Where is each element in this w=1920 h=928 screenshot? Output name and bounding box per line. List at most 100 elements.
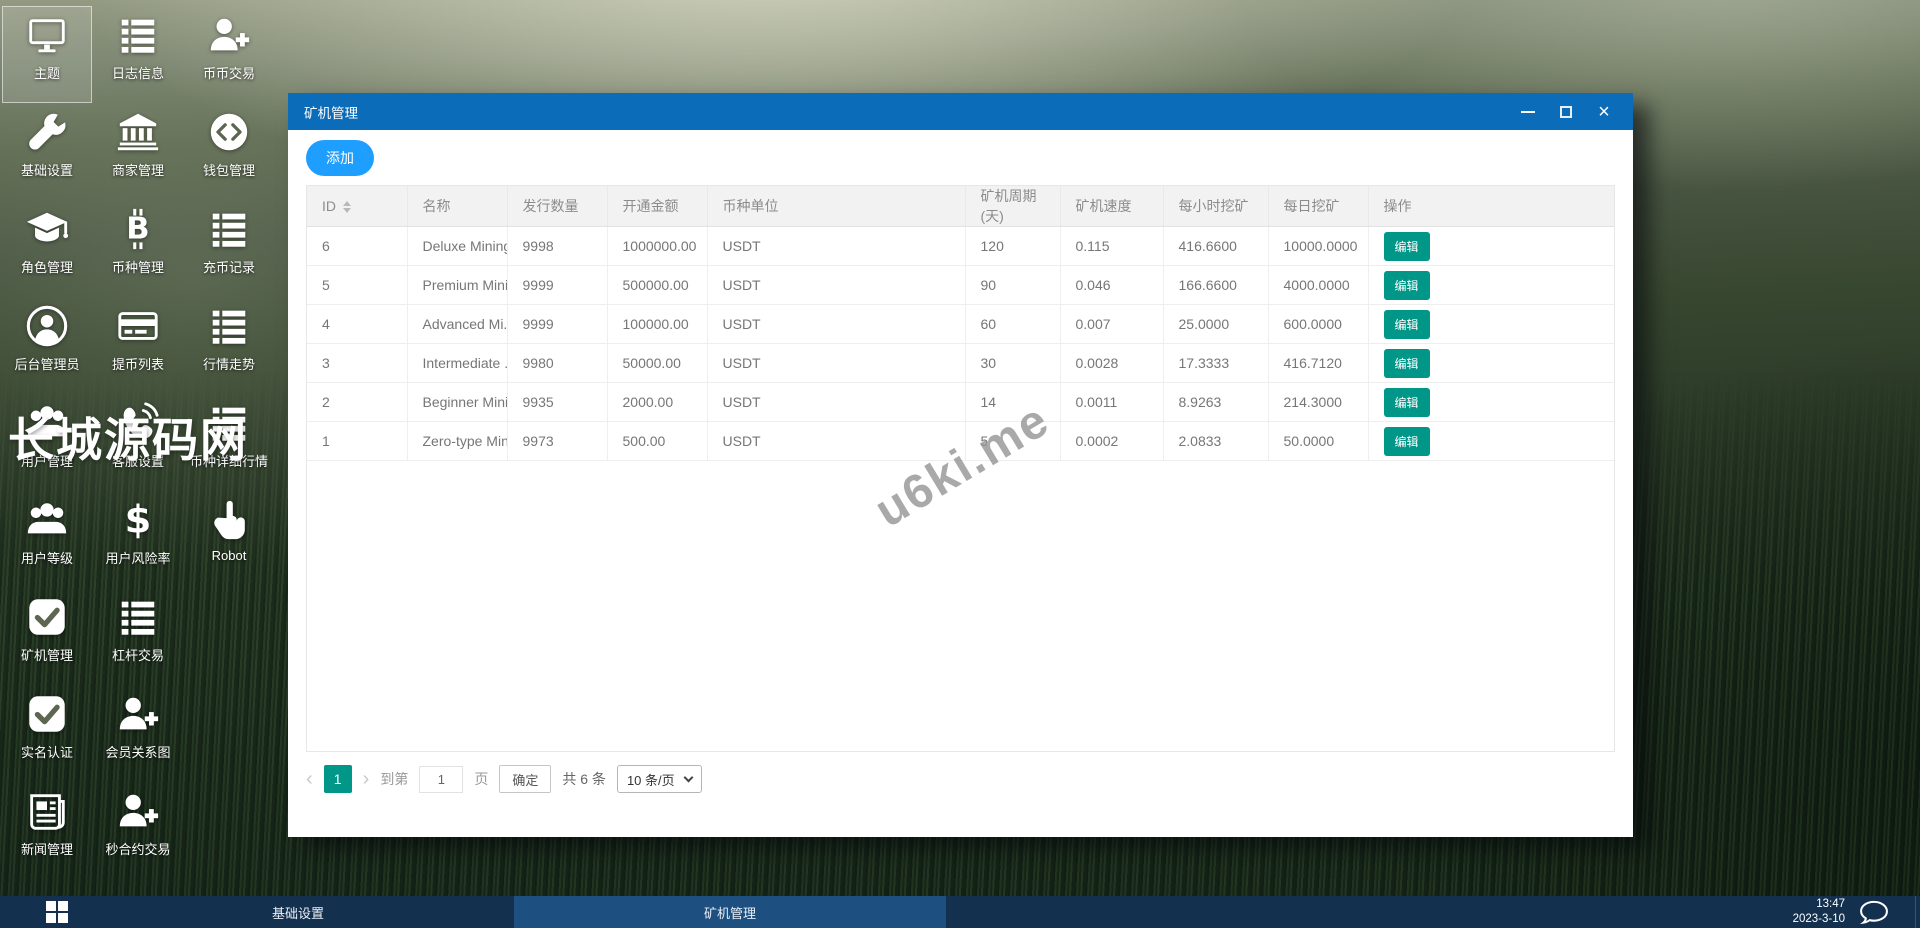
edit-button[interactable]: 编辑	[1383, 309, 1430, 339]
page-size-value: 10 条/页	[626, 772, 675, 788]
window-title: 矿机管理	[304, 105, 358, 121]
table-row: 3 Intermediate ... 9980 50000.00 USDT 30 0.002…	[307, 343, 1614, 383]
phone-icon	[115, 400, 161, 446]
desktop-icon-member-relation[interactable]: 会员关系图	[93, 685, 183, 782]
start-button[interactable]	[32, 896, 82, 928]
desktop-icon-label: 用户管理	[20, 454, 73, 469]
table-header-row: ID 名称 发行数量 开通金额 币种单位 矿机周期(天) 矿机速度 每小时挖矿 …	[307, 186, 1614, 227]
table-row: 2Beginner Mini...99352000.00USDT140.0011…	[307, 382, 1614, 422]
desktop-icon-basic-settings[interactable]: 基础设置	[2, 103, 92, 200]
col-actions: 操作	[1368, 186, 1614, 227]
desktop-icon-admin-users[interactable]: 后台管理员	[2, 297, 92, 394]
desktop-icon-market-trend[interactable]: 行情走势	[184, 297, 274, 394]
taskbar-clock[interactable]: 13:47 2023-3-10	[1793, 897, 1859, 927]
clock-time: 13:47	[1816, 898, 1845, 911]
user-plus-icon	[206, 12, 252, 58]
window-controls: ×	[1509, 98, 1633, 126]
miner-table: ID 名称 发行数量 开通金额 币种单位 矿机周期(天) 矿机速度 每小时挖矿 …	[307, 186, 1614, 461]
desktop-icon-label: 会员关系图	[105, 745, 171, 760]
maximize-icon	[1560, 105, 1572, 118]
desktop-icon-withdraw-list[interactable]: 提币列表	[93, 297, 183, 394]
users-icon	[24, 497, 70, 543]
current-page-button[interactable]: 1	[323, 765, 352, 793]
desktop-icon-customer-service[interactable]: 客服设置	[93, 394, 183, 491]
desktop-icon-user-mgmt[interactable]: 用户管理	[2, 394, 92, 491]
desktop-icon-label: 行情走势	[202, 357, 255, 372]
person-circle-icon	[24, 303, 70, 349]
confirm-button[interactable]: 确定	[499, 765, 552, 793]
desktop-icon-news-mgmt[interactable]: 新闻管理	[2, 782, 92, 879]
show-desktop-button[interactable]	[1915, 896, 1920, 928]
maximize-button[interactable]	[1547, 98, 1585, 126]
user-plus-icon	[115, 788, 161, 834]
col-issued: 发行数量	[507, 186, 608, 227]
taskbar-tab-basic-settings[interactable]: 基础设置	[82, 896, 514, 928]
user-plus-icon	[115, 691, 161, 737]
edit-button[interactable]: 编辑	[1383, 231, 1430, 261]
desktop-icon-label: 充币记录	[202, 260, 255, 275]
desktop-icon-label: 后台管理员	[14, 357, 80, 372]
edit-button[interactable]: 编辑	[1383, 348, 1430, 378]
window-body: 添加 ID 名称 发行数量 开通金额 币种单位 矿机周期(天) 矿机速度 每小时…	[288, 130, 1633, 837]
desktop-icon-label: 角色管理	[20, 260, 73, 275]
edit-button[interactable]: 编辑	[1383, 387, 1430, 417]
desktop-icon-kyc[interactable]: 实名认证	[2, 685, 92, 782]
list-icon	[115, 594, 161, 640]
desktop-icon-label: 钱包管理	[202, 163, 255, 178]
desktop-icon-label: 币种管理	[111, 260, 164, 275]
pagination: ‹ 1 › 到第 页 确定 共 6 条 10 条/页	[306, 765, 1615, 793]
page-size-select[interactable]: 10 条/页	[616, 765, 702, 793]
desktop-icon-wallet-mgmt[interactable]: 钱包管理	[184, 103, 274, 200]
desktop-icon-coin-detail-market[interactable]: 币种详细行情	[184, 394, 274, 491]
taskbar-tab-miner-mgmt[interactable]: 矿机管理	[514, 896, 946, 928]
desktop-icon-user-level[interactable]: 用户等级	[2, 491, 92, 588]
miner-table-container: ID 名称 发行数量 开通金额 币种单位 矿机周期(天) 矿机速度 每小时挖矿 …	[306, 185, 1615, 752]
col-open-amount: 开通金额	[607, 186, 708, 227]
desktop-icon-coin-trade[interactable]: 币币交易	[184, 6, 274, 103]
jump-prefix-label: 到第	[380, 771, 409, 787]
close-button[interactable]: ×	[1585, 98, 1623, 126]
desktop-icon-second-contract[interactable]: 秒合约交易	[93, 782, 183, 879]
desktop-icon-user-risk-rate[interactable]: 用户风险率	[93, 491, 183, 588]
desktop-icon-log-info[interactable]: 日志信息	[93, 6, 183, 103]
next-page-icon[interactable]: ›	[363, 769, 370, 789]
page-jump-input[interactable]	[419, 765, 464, 793]
card-icon	[115, 303, 161, 349]
desktop-icon-label: 商家管理	[111, 163, 164, 178]
window-titlebar[interactable]: 矿机管理 ×	[288, 93, 1633, 130]
desktop-icon-merchant-mgmt[interactable]: 商家管理	[93, 103, 183, 200]
table-row: 1Zero-type Min...9973500.00USDT50.00022.…	[307, 421, 1614, 461]
chevron-down-icon	[683, 772, 694, 783]
monitor-icon	[24, 12, 70, 58]
desktop-icon-label: 币种详细行情	[189, 454, 268, 469]
list-icon	[206, 303, 252, 349]
desktop-icon-role-mgmt[interactable]: 角色管理	[2, 200, 92, 297]
desktop-icon-coin-mgmt[interactable]: 币种管理	[93, 200, 183, 297]
desktop-icon-miner-mgmt[interactable]: 矿机管理	[2, 588, 92, 685]
desktop-icon-label: 新闻管理	[20, 842, 73, 857]
miner-management-window: 矿机管理 × 添加 ID 名称 发行数量 开通金额 币种单位 矿机周期(天) 矿…	[288, 93, 1633, 837]
prev-page-icon[interactable]: ‹	[306, 769, 313, 789]
desktop-icon-label: 杠杆交易	[111, 648, 164, 663]
col-speed: 矿机速度	[1060, 186, 1164, 227]
sort-icon[interactable]	[343, 201, 351, 214]
desktop-icon-label: 用户等级	[20, 551, 73, 566]
list-icon	[206, 206, 252, 252]
desktop-icon-leverage-trade[interactable]: 杠杆交易	[93, 588, 183, 685]
col-id[interactable]: ID	[307, 186, 408, 227]
desktop-icon-theme[interactable]: 主题	[2, 6, 92, 103]
chat-icon[interactable]	[1859, 900, 1889, 924]
table-row: 4 Advanced Mi... 9999 100000.00 USDT 60 0.007 2…	[307, 304, 1614, 344]
edit-button[interactable]: 编辑	[1383, 270, 1430, 300]
desktop-icon-label: 币币交易	[202, 66, 255, 81]
desktop-icon-label: 日志信息	[111, 66, 164, 81]
minimize-button[interactable]	[1509, 98, 1547, 126]
table-row: 5Premium Mini...9999500000.00USDT900.046…	[307, 265, 1614, 305]
graduation-cap-icon	[24, 206, 70, 252]
clock-date: 2023-3-10	[1792, 913, 1845, 925]
add-button[interactable]: 添加	[306, 140, 374, 176]
windows-logo-icon	[46, 901, 68, 923]
desktop-icon-deposit-records[interactable]: 充币记录	[184, 200, 274, 297]
desktop-icon-robot[interactable]: Robot	[184, 491, 274, 588]
edit-button[interactable]: 编辑	[1383, 426, 1430, 456]
